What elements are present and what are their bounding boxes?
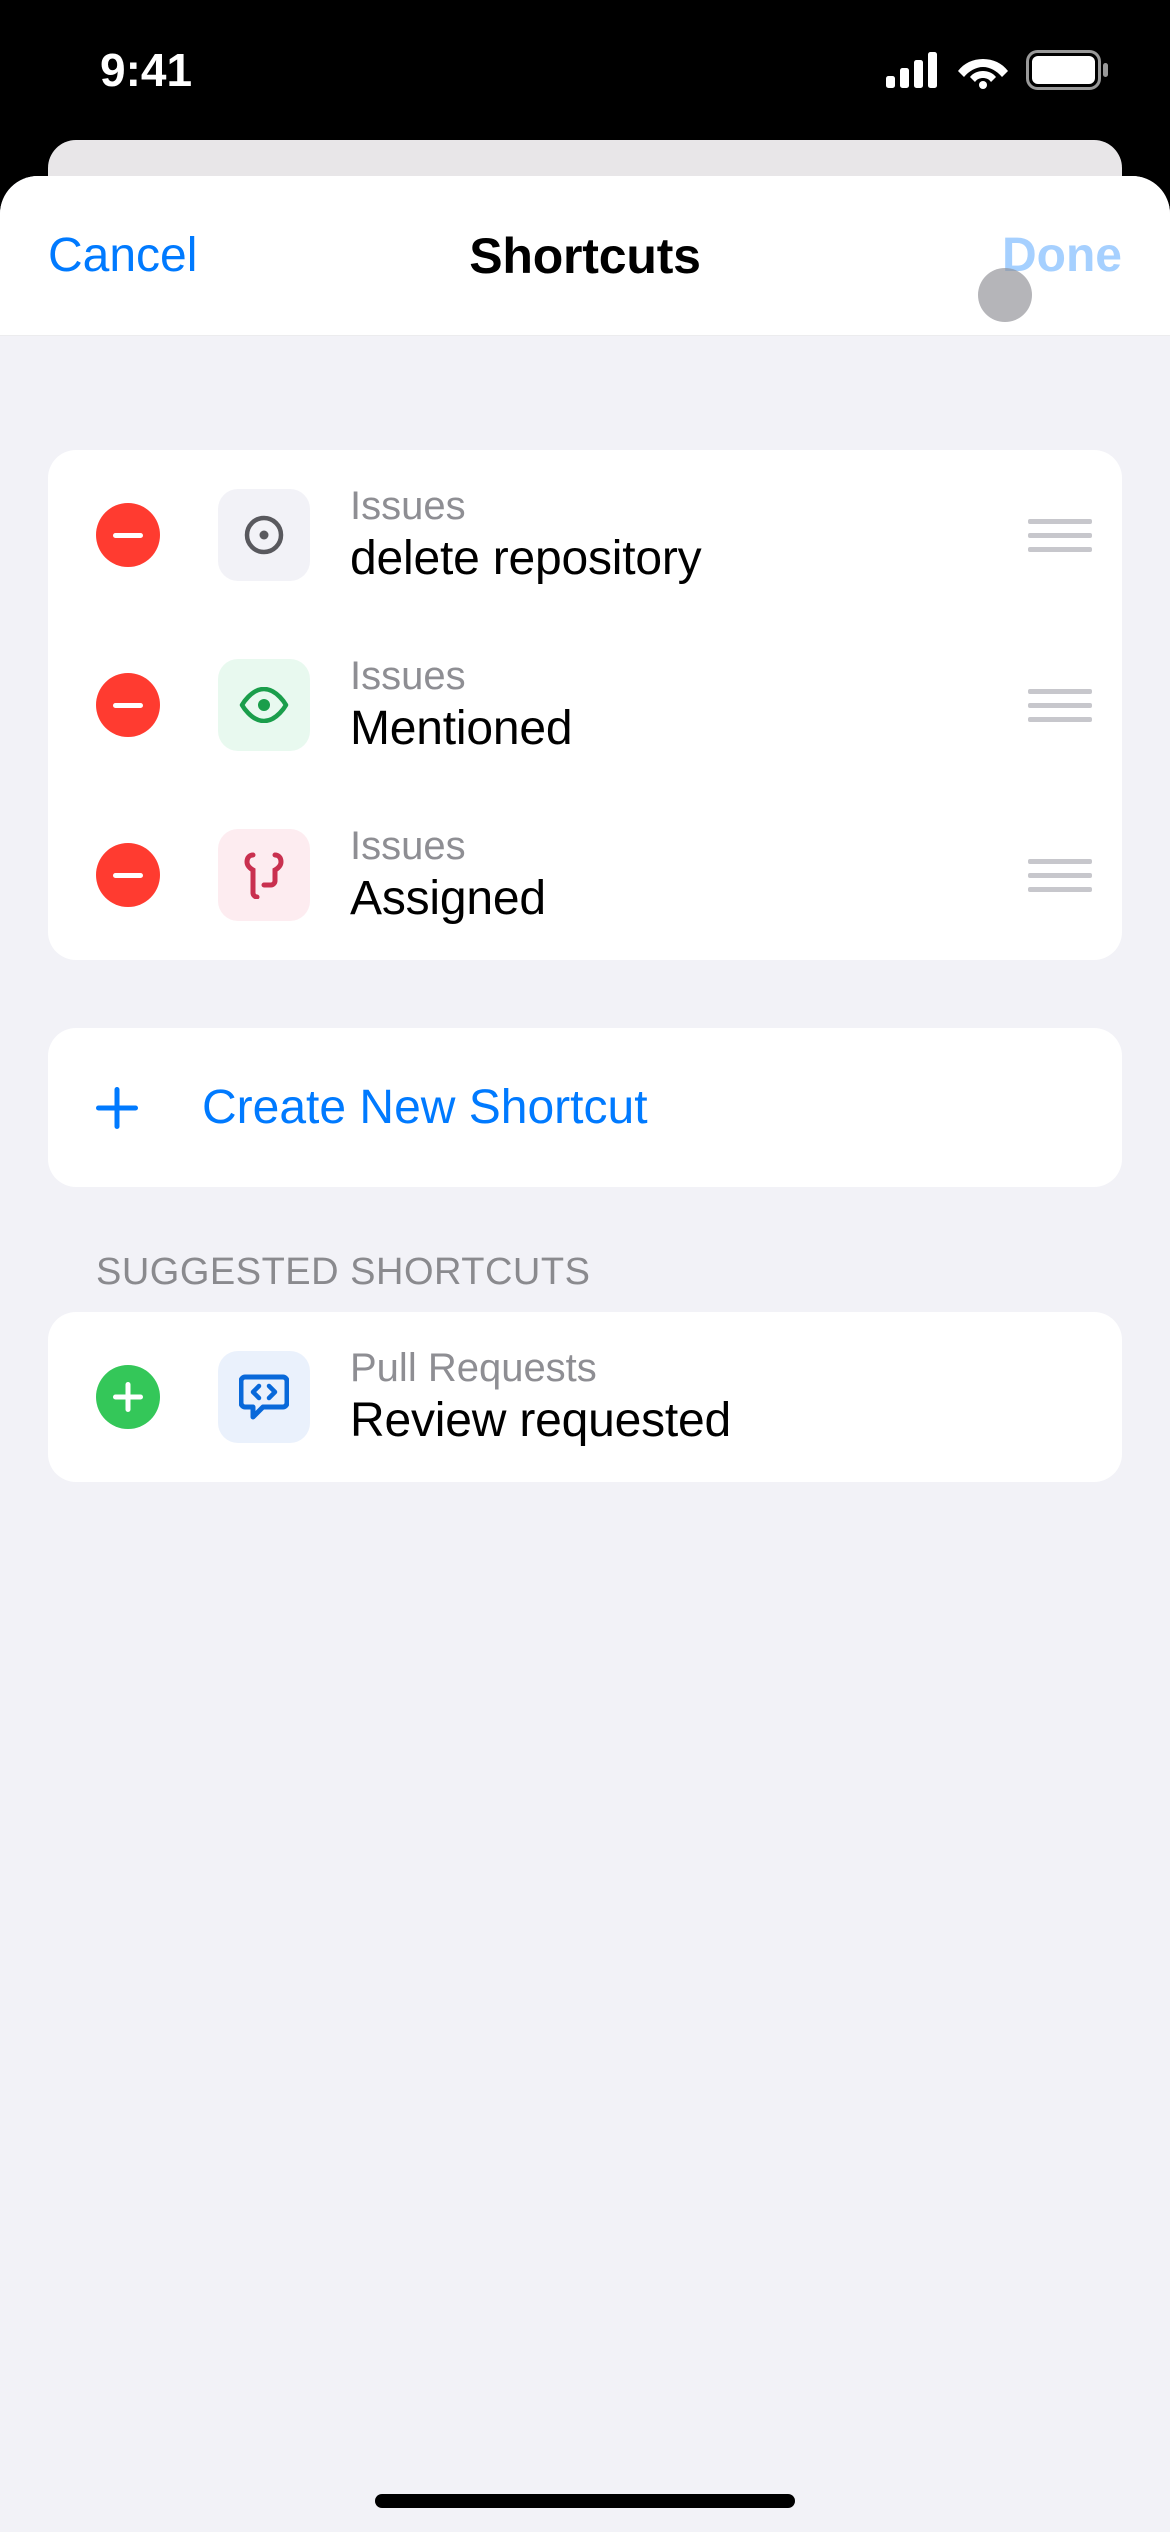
remove-button[interactable] bbox=[96, 673, 160, 737]
shortcut-row[interactable]: Issues Mentioned bbox=[48, 620, 1122, 790]
shortcut-icon bbox=[218, 1351, 310, 1443]
touch-indicator bbox=[978, 268, 1032, 322]
shortcut-icon bbox=[218, 489, 310, 581]
shortcut-category: Issues bbox=[350, 824, 1004, 869]
drag-handle[interactable] bbox=[1028, 689, 1092, 722]
code-review-icon bbox=[239, 1373, 289, 1421]
add-button[interactable] bbox=[96, 1365, 160, 1429]
suggested-list: Pull Requests Review requested bbox=[48, 1312, 1122, 1482]
create-shortcut-label: Create New Shortcut bbox=[202, 1080, 648, 1135]
shortcut-category: Issues bbox=[350, 484, 1004, 529]
cancel-button[interactable]: Cancel bbox=[48, 228, 197, 283]
suggested-header: SUGGESTED SHORTCUTS bbox=[48, 1251, 1122, 1312]
nav-title: Shortcuts bbox=[469, 227, 701, 285]
shortcut-category: Issues bbox=[350, 654, 1004, 699]
eye-icon bbox=[239, 687, 289, 723]
shortcut-row[interactable]: Issues Assigned bbox=[48, 790, 1122, 960]
minus-icon bbox=[113, 703, 143, 708]
shortcut-icon bbox=[218, 659, 310, 751]
create-shortcut-group: Create New Shortcut bbox=[48, 1028, 1122, 1187]
shortcut-icon bbox=[218, 829, 310, 921]
create-shortcut-button[interactable]: Create New Shortcut bbox=[48, 1028, 1122, 1187]
minus-icon bbox=[113, 533, 143, 538]
tools-icon bbox=[242, 851, 286, 899]
remove-button[interactable] bbox=[96, 843, 160, 907]
plus-icon bbox=[113, 1382, 143, 1412]
remove-button[interactable] bbox=[96, 503, 160, 567]
home-indicator[interactable] bbox=[375, 2494, 795, 2508]
drag-handle[interactable] bbox=[1028, 859, 1092, 892]
circle-dot-icon bbox=[240, 511, 288, 559]
status-right bbox=[886, 50, 1110, 90]
shortcut-category: Pull Requests bbox=[350, 1346, 1092, 1391]
shortcuts-list: Issues delete repository Issues M bbox=[48, 450, 1122, 960]
shortcut-title: Review requested bbox=[350, 1393, 1092, 1448]
suggested-row[interactable]: Pull Requests Review requested bbox=[48, 1312, 1122, 1482]
drag-handle[interactable] bbox=[1028, 519, 1092, 552]
wifi-icon bbox=[958, 51, 1008, 89]
shortcut-row[interactable]: Issues delete repository bbox=[48, 450, 1122, 620]
plus-icon bbox=[96, 1087, 138, 1129]
shortcut-title: delete repository bbox=[350, 531, 1004, 586]
battery-icon bbox=[1026, 50, 1110, 90]
shortcut-title: Mentioned bbox=[350, 701, 1004, 756]
status-bar: 9:41 bbox=[0, 0, 1170, 140]
cellular-icon bbox=[886, 52, 940, 88]
minus-icon bbox=[113, 873, 143, 878]
status-time: 9:41 bbox=[100, 43, 192, 97]
shortcut-title: Assigned bbox=[350, 871, 1004, 926]
modal-sheet: Cancel Shortcuts Done Issues delete repo… bbox=[0, 176, 1170, 2532]
